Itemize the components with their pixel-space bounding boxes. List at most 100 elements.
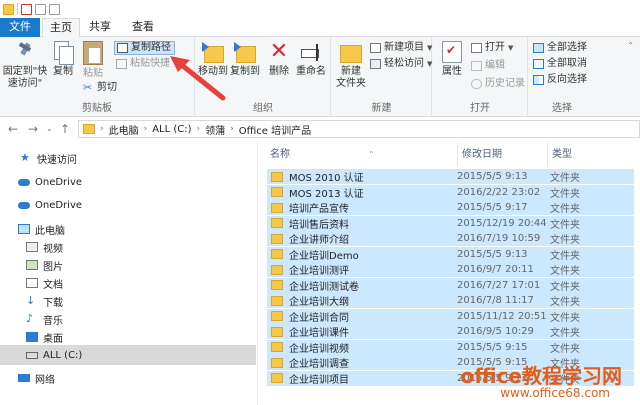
table-row[interactable]: 企业培训课件 2016/9/5 10:29 文件夹 <box>267 324 634 339</box>
sidebar-item-music[interactable]: ♪ 音乐 <box>0 309 256 329</box>
open-button[interactable]: 打开 ▼ <box>471 41 513 55</box>
copy-label: 复制 <box>53 66 73 77</box>
edit-icon <box>471 61 482 71</box>
sort-ascending-icon: ⌃ <box>368 150 375 159</box>
tab-file[interactable]: 文件 <box>0 18 40 37</box>
sidebar-item-this-pc[interactable]: 此电脑 <box>0 219 256 239</box>
address-bar[interactable]: › 此电脑 › ALL (C:) › 领蒲 › Office 培训产品 <box>78 120 640 138</box>
up-arrow-icon[interactable]: ↑ <box>60 122 70 136</box>
paste-button[interactable]: 粘贴 <box>80 41 106 80</box>
breadcrumb-drive[interactable]: ALL (C:) <box>152 124 191 135</box>
pin-quick-access-button[interactable]: 固定到"快 速访问" <box>2 41 48 90</box>
forward-arrow-icon[interactable]: → <box>28 122 38 136</box>
select-all-button[interactable]: 全部选择 <box>533 41 587 55</box>
new-folder-icon[interactable] <box>35 3 46 15</box>
copy-to-button[interactable]: 复制到 <box>230 41 260 78</box>
sidebar-item-label: OneDrive <box>35 176 83 188</box>
tab-home[interactable]: 主页 <box>42 18 80 38</box>
download-icon: ↓ <box>26 294 36 307</box>
folder-icon[interactable] <box>3 3 14 15</box>
table-row[interactable]: 培训产品宣传 2015/5/5 9:17 文件夹 <box>267 200 634 215</box>
table-row[interactable]: 企业培训合同 2015/11/12 20:51 文件夹 <box>267 308 634 324</box>
rename-label: 重命名 <box>296 66 326 77</box>
sidebar-item-pictures[interactable]: 图片 <box>0 255 256 275</box>
move-to-label: 移动到 <box>198 66 228 77</box>
breadcrumb-this-pc[interactable]: 此电脑 <box>109 122 139 137</box>
properties-icon <box>442 41 462 63</box>
copy-button[interactable]: 复制 <box>50 41 76 78</box>
back-arrow-icon[interactable]: ← <box>8 122 18 136</box>
file-date: 2015/5/5 9:15 <box>457 357 528 368</box>
dropdown-icon[interactable] <box>49 3 60 15</box>
column-header-label: 名称 <box>270 149 290 160</box>
breadcrumb-current[interactable]: Office 培训产品 <box>239 122 311 137</box>
rename-button[interactable]: 重命名 <box>294 41 328 78</box>
sidebar-item-onedrive[interactable]: OneDrive <box>0 195 256 215</box>
sidebar-item-quick-access[interactable]: ★ 快速访问 <box>0 148 256 168</box>
table-row[interactable]: 企业培训测试卷 2016/7/27 17:01 文件夹 <box>267 277 634 293</box>
chevron-right-icon: › <box>143 124 148 134</box>
table-row[interactable]: 企业培训视频 2015/5/5 9:15 文件夹 <box>267 339 634 355</box>
open-icon <box>471 43 482 53</box>
table-row[interactable]: 企业培训Demo 2015/5/5 9:13 文件夹 <box>267 246 634 262</box>
new-item-label: 新建项目 <box>384 42 424 53</box>
tab-view[interactable]: 查看 <box>128 18 158 37</box>
sidebar-item-onedrive[interactable]: OneDrive <box>0 172 256 192</box>
folder-icon <box>271 295 283 306</box>
file-date: 2015/5/5 9:17 <box>457 372 528 384</box>
sidebar-item-videos[interactable]: 视频 <box>0 237 256 257</box>
easy-access-button[interactable]: 轻松访问 ▼ <box>370 57 432 71</box>
file-date: 2015/11/12 20:51 <box>457 310 547 322</box>
clipboard-icon <box>83 41 103 65</box>
copy-path-button[interactable]: 复制路径 <box>114 41 175 55</box>
table-row[interactable]: 企业讲师介绍 2016/7/19 10:59 文件夹 <box>267 231 634 246</box>
invert-selection-button[interactable]: 反向选择 <box>533 73 587 87</box>
table-row[interactable]: 企业培训调查 2015/5/5 9:15 文件夹 <box>267 355 634 370</box>
expand-ribbon-icon[interactable]: ⌃ <box>627 41 634 50</box>
breadcrumb-folder[interactable]: 领蒲 <box>205 122 225 137</box>
table-row[interactable]: 企业培训测评 2016/9/7 20:11 文件夹 <box>267 262 634 277</box>
sidebar-item-documents[interactable]: 文档 <box>0 273 256 293</box>
properties-icon[interactable] <box>21 3 32 15</box>
cut-button[interactable]: ✂ 剪切 <box>83 81 117 95</box>
table-row[interactable]: 企业培训大纲 2016/7/8 11:17 文件夹 <box>267 293 634 308</box>
recent-locations-icon[interactable]: ⌄ <box>46 124 53 133</box>
sidebar-item-downloads[interactable]: ↓ 下载 <box>0 291 256 311</box>
sidebar-item-label: 视频 <box>43 243 63 255</box>
invert-selection-icon <box>533 75 544 85</box>
column-header-date[interactable]: 修改日期 <box>462 143 548 167</box>
table-row[interactable]: 培训售后资料 2015/12/19 20:44 文件夹 <box>267 215 634 231</box>
ribbon: 固定到"快 速访问" 复制 粘贴 复制路径 粘贴快捷 ✂ 剪切 剪贴板 移动到 <box>0 37 640 117</box>
delete-icon: ✕ <box>269 39 289 64</box>
ribbon-tabs: 文件 主页 共享 查看 <box>0 18 640 38</box>
history-button[interactable]: 历史记录 <box>471 77 525 91</box>
pin-icon <box>16 41 34 63</box>
table-row[interactable]: MOS 2010 认证 2015/5/5 9:13 文件夹 <box>267 169 634 184</box>
edit-button[interactable]: 编辑 <box>471 59 505 73</box>
sidebar-item-desktop[interactable]: 桌面 <box>0 327 256 347</box>
select-none-icon <box>533 59 544 69</box>
table-row[interactable]: 企业培训项目 2015/5/5 9:17 文件夹 <box>267 370 634 386</box>
file-date: 2015/12/19 20:44 <box>457 217 547 229</box>
easy-access-label: 轻松访问 <box>384 58 424 69</box>
sidebar-item-drive-c[interactable]: ALL (C:) <box>0 345 256 365</box>
select-all-label: 全部选择 <box>547 42 587 53</box>
table-row[interactable]: MOS 2013 认证 2016/2/22 23:02 文件夹 <box>267 184 634 200</box>
sidebar-item-network[interactable]: 网络 <box>0 368 256 388</box>
pane-divider[interactable] <box>257 140 258 405</box>
select-none-button[interactable]: 全部取消 <box>533 57 587 71</box>
paste-shortcut-button[interactable]: 粘贴快捷 <box>116 57 170 71</box>
new-item-button[interactable]: 新建项目 ▼ <box>370 41 432 55</box>
navigation-pane: ★ 快速访问 OneDrive OneDrive 此电脑 视频 图片 文档 ↓ … <box>0 142 256 405</box>
copy-to-icon <box>234 41 256 63</box>
column-header-type[interactable]: 类型 <box>552 143 632 167</box>
tab-share[interactable]: 共享 <box>85 18 115 37</box>
column-header-name[interactable]: 名称 ⌃ <box>270 143 458 167</box>
move-to-button[interactable]: 移动到 <box>198 41 228 78</box>
properties-button[interactable]: 属性 <box>439 41 465 78</box>
file-type: 文件夹 <box>550 219 580 231</box>
delete-button[interactable]: ✕ 删除 <box>266 41 292 78</box>
file-name: 培训产品宣传 <box>289 204 349 215</box>
new-folder-button[interactable]: 新建 文件夹 <box>334 41 368 90</box>
document-icon <box>26 278 38 288</box>
